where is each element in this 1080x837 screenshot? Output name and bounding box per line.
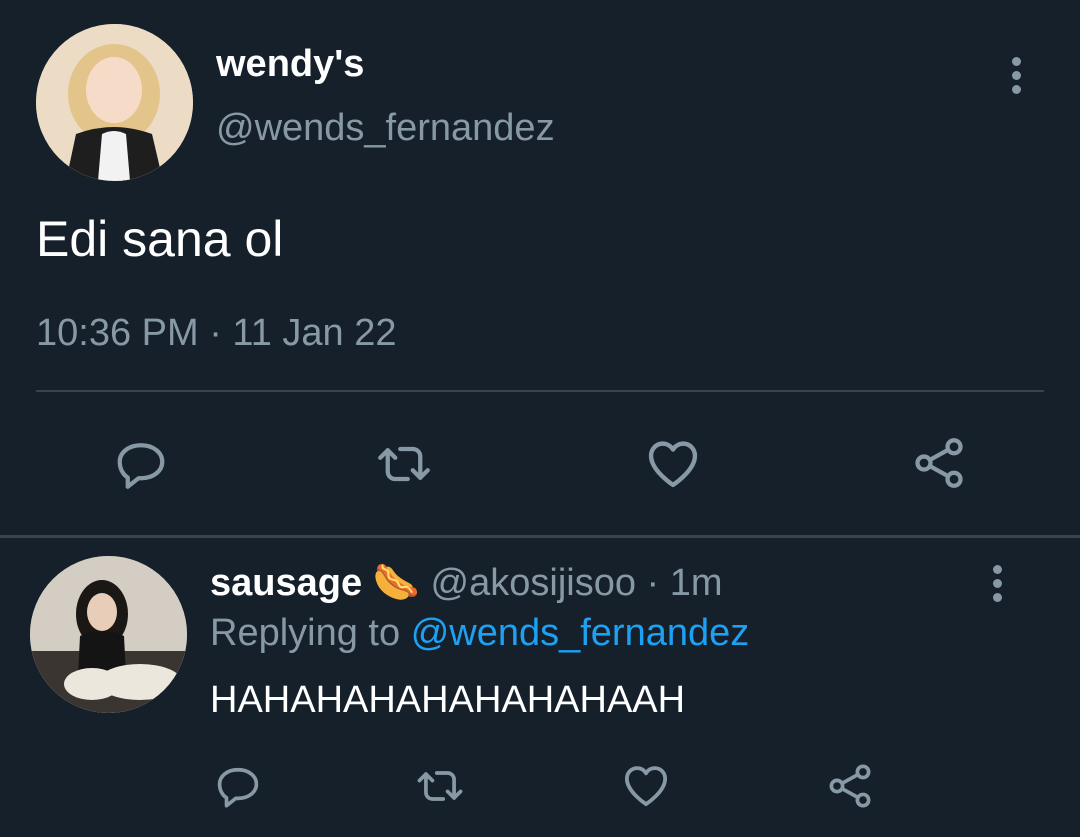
hotdog-emoji: 🌭 (372, 562, 420, 604)
tweet-text: Edi sana ol (36, 211, 284, 267)
reply-more-options-icon[interactable] (993, 565, 1002, 603)
author-avatar[interactable] (36, 24, 193, 181)
replying-to-link[interactable]: @wends_fernandez (411, 612, 750, 654)
share-icon[interactable] (909, 433, 969, 493)
replying-to-label: Replying to (210, 612, 401, 654)
reply-author-handle[interactable]: @akosijisoo (431, 562, 636, 604)
author-handle[interactable]: @wends_fernandez (216, 106, 555, 150)
reply-header: sausage 🌭 @akosijisoo · 1m (210, 560, 723, 606)
author-avatar-image (36, 24, 193, 181)
more-options-icon[interactable] (1012, 57, 1021, 95)
tweet-timestamp[interactable]: 10:36 PM · 11 Jan 22 (36, 310, 397, 356)
reply-time[interactable]: 1m (670, 562, 723, 604)
reply-separator: · (646, 562, 660, 604)
reply-author-name[interactable]: sausage (210, 562, 362, 604)
reply-icon[interactable] (111, 434, 171, 494)
reply-share-icon[interactable] (824, 760, 876, 812)
retweet-icon[interactable] (372, 434, 436, 494)
author-name[interactable]: wendy's (216, 42, 364, 86)
timestamp-divider (36, 390, 1044, 392)
reply-avatar[interactable] (30, 556, 187, 713)
reply-retweet-icon[interactable] (412, 760, 468, 812)
thread-divider (0, 535, 1080, 538)
replying-to-line: Replying to @wends_fernandez (210, 610, 749, 656)
like-icon[interactable] (642, 432, 704, 494)
reply-text: HAHAHAHAHAHAHAHAAH (210, 679, 686, 721)
reply-like-icon[interactable] (619, 758, 673, 812)
reply-avatar-image (30, 556, 187, 713)
reply-reply-icon[interactable] (212, 760, 264, 812)
